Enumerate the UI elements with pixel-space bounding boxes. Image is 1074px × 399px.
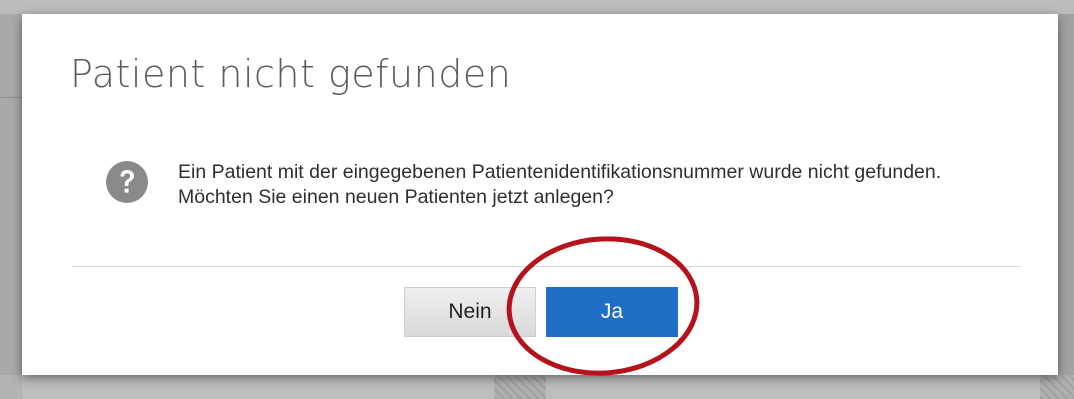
dialog-title: Patient nicht gefunden (70, 52, 512, 96)
background-hatched-panel (494, 375, 546, 399)
background-panel (546, 375, 1040, 399)
background-right-panel (1058, 14, 1074, 375)
dialog-footer-divider (72, 266, 1020, 267)
question-circle-icon (106, 161, 148, 203)
background-top-strip (0, 0, 1074, 14)
background-panel (22, 375, 494, 399)
yes-button[interactable]: Ja (546, 287, 678, 337)
background-divider (0, 97, 22, 98)
background-hatched-panel (1040, 375, 1074, 399)
dialog-message: Ein Patient mit der eingegebenen Patient… (178, 161, 942, 208)
background-left-panel (0, 14, 22, 399)
no-button[interactable]: Nein (404, 287, 536, 337)
patient-not-found-dialog: Patient nicht gefunden Ein Patient mit d… (22, 14, 1058, 375)
